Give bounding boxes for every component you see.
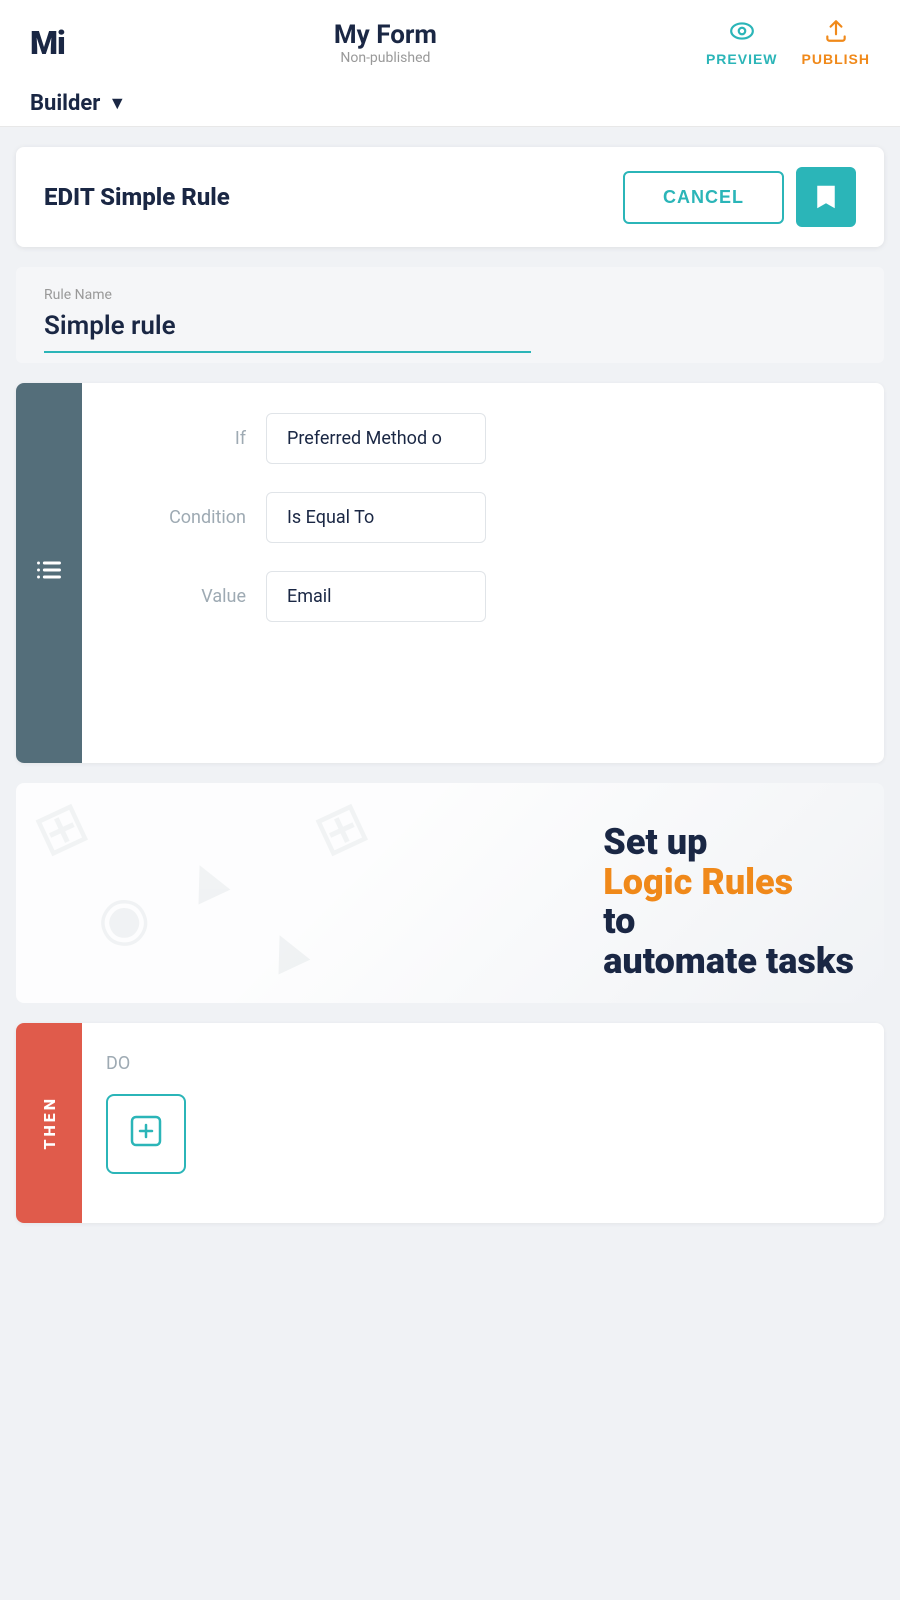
condition-label: Condition	[106, 507, 246, 528]
form-status: Non-published	[340, 50, 430, 66]
header-actions: PREVIEW PUBLISH	[706, 18, 870, 67]
value-label: Value	[106, 586, 246, 607]
promo-line1: Set up	[603, 823, 854, 863]
value-row: Value Email	[106, 571, 860, 622]
promo-line3: to	[603, 902, 635, 942]
publish-icon	[823, 18, 849, 47]
rule-name-value[interactable]: Simple rule	[44, 311, 531, 353]
if-row: If Preferred Method o	[106, 413, 860, 464]
promo-line2: Logic Rules	[603, 863, 854, 903]
condition-sidebar	[16, 383, 82, 763]
if-value[interactable]: Preferred Method o	[266, 413, 486, 464]
then-sidebar-label: THEN	[40, 1096, 59, 1150]
header-row1: Mi My Form Non-published PREVIEW	[30, 18, 870, 67]
preview-button[interactable]: PREVIEW	[706, 18, 778, 67]
save-icon	[811, 182, 841, 212]
chevron-down-icon[interactable]: ▼	[108, 93, 126, 114]
condition-body: If Preferred Method o Condition Is Equal…	[82, 383, 884, 763]
publish-button[interactable]: PUBLISH	[802, 18, 870, 67]
bg-icon-1: ⊞	[23, 786, 99, 872]
bg-icon-2: ▲	[164, 834, 248, 923]
edit-rule-card: EDIT Simple Rule CANCEL	[16, 147, 884, 247]
bg-icon-4: ◉	[83, 875, 160, 961]
eye-icon	[729, 18, 755, 47]
promo-line4: automate tasks	[603, 942, 854, 982]
rule-name-section: Rule Name Simple rule	[16, 267, 884, 363]
form-title-block: My Form Non-published	[334, 20, 437, 66]
publish-label: PUBLISH	[802, 51, 870, 67]
promo-section: ⊞ ▲ ⊞ ◉ ▲ Set up Logic Rules to automate…	[16, 783, 884, 1003]
save-button[interactable]	[796, 167, 856, 227]
top-header: Mi My Form Non-published PREVIEW	[0, 0, 900, 127]
condition-block: If Preferred Method o Condition Is Equal…	[16, 383, 884, 763]
then-sidebar: THEN	[16, 1023, 82, 1223]
then-do-label: DO	[106, 1053, 860, 1074]
if-label: If	[106, 428, 246, 449]
bg-icon-5: ▲	[244, 904, 328, 993]
add-icon	[128, 1113, 164, 1156]
builder-label: Builder	[30, 91, 100, 116]
condition-icon	[35, 556, 63, 590]
condition-row: Condition Is Equal To	[106, 492, 860, 543]
then-block: THEN DO	[16, 1023, 884, 1223]
edit-rule-actions: CANCEL	[623, 167, 856, 227]
then-body: DO	[82, 1023, 884, 1223]
rule-name-label: Rule Name	[44, 287, 856, 303]
preview-label: PREVIEW	[706, 51, 778, 67]
bg-icon-3: ⊞	[303, 786, 379, 872]
logo: Mi	[30, 24, 65, 62]
builder-row: Builder ▼	[30, 77, 870, 126]
add-action-button[interactable]	[106, 1094, 186, 1174]
value-value[interactable]: Email	[266, 571, 486, 622]
promo-text: Set up Logic Rules to automate tasks	[603, 823, 854, 981]
cancel-button[interactable]: CANCEL	[623, 171, 784, 224]
form-title: My Form	[334, 20, 437, 50]
edit-rule-title: EDIT Simple Rule	[44, 183, 230, 211]
condition-value[interactable]: Is Equal To	[266, 492, 486, 543]
